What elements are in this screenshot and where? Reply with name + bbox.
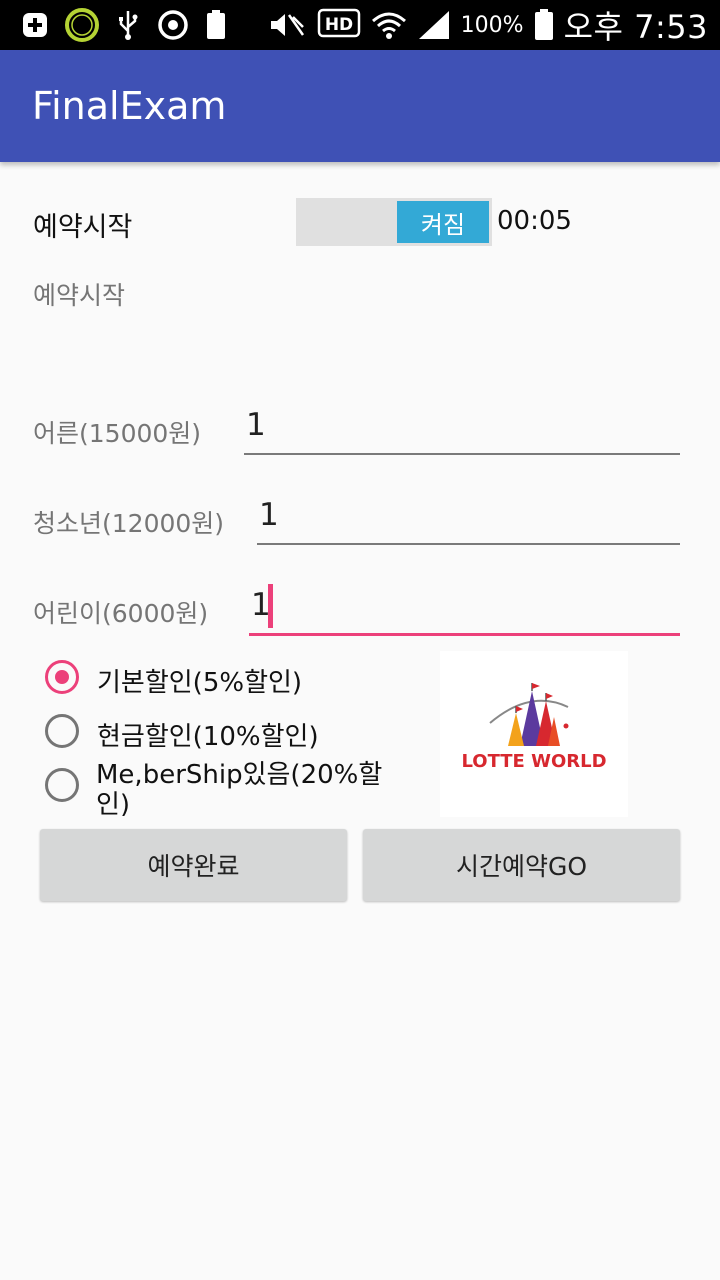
- discount-membership-radio[interactable]: [45, 768, 79, 802]
- battery-percent: 100%: [460, 12, 524, 38]
- app-bar: FinalExam: [0, 50, 720, 162]
- reservation-status-text: 예약시작: [33, 281, 126, 310]
- adult-count-underline: [244, 453, 680, 455]
- youth-count-input[interactable]: 1: [259, 497, 279, 533]
- battery-icon: [534, 9, 554, 41]
- youth-count-underline: [257, 543, 680, 545]
- svg-text:HD: HD: [325, 15, 353, 35]
- discount-membership-label-wrap: Me,berShip있음(20%할인): [96, 760, 396, 816]
- usb-icon: [116, 9, 140, 41]
- text-cursor: [268, 584, 273, 628]
- adult-count-input[interactable]: 1: [246, 407, 266, 443]
- battery-100-badge-icon: [64, 7, 100, 43]
- signal-icon: [417, 9, 451, 41]
- reservation-complete-button[interactable]: 예약완료: [40, 829, 347, 901]
- child-count-underline: [249, 633, 680, 636]
- castle-icon: [489, 683, 569, 746]
- time-reservation-go-button[interactable]: 시간예약GO: [363, 829, 680, 901]
- discount-cash-radio[interactable]: [45, 714, 79, 748]
- battery-small-icon: [206, 10, 226, 40]
- discount-basic-radio[interactable]: [45, 660, 79, 694]
- reservation-toggle-thumb[interactable]: 켜짐: [397, 201, 489, 243]
- status-bar: HD 100% 오후 7:53: [0, 0, 720, 50]
- reservation-timer: 00:05: [497, 206, 572, 236]
- reservation-label: 예약시작: [33, 212, 133, 243]
- youth-label: 청소년(12000원): [33, 509, 225, 538]
- lotte-world-logo: LOTTE WORLD: [440, 651, 628, 817]
- adult-label: 어른(15000원): [33, 419, 202, 448]
- status-time: 오후 7:53: [563, 8, 708, 46]
- discount-membership-label[interactable]: Me,berShip있음(20%할인): [96, 760, 396, 816]
- plus-badge-icon: [22, 12, 48, 38]
- hd-icon: HD: [317, 8, 361, 42]
- sync-icon: [156, 8, 190, 42]
- discount-cash-label[interactable]: 현금할인(10%할인): [97, 716, 319, 753]
- mute-icon: [267, 11, 307, 39]
- discount-basic-label[interactable]: 기본할인(5%할인): [97, 662, 302, 699]
- logo-text: LOTTE WORLD: [461, 751, 607, 772]
- app-title: FinalExam: [32, 84, 227, 128]
- wifi-icon: [371, 9, 407, 41]
- child-label: 어린이(6000원): [33, 599, 209, 628]
